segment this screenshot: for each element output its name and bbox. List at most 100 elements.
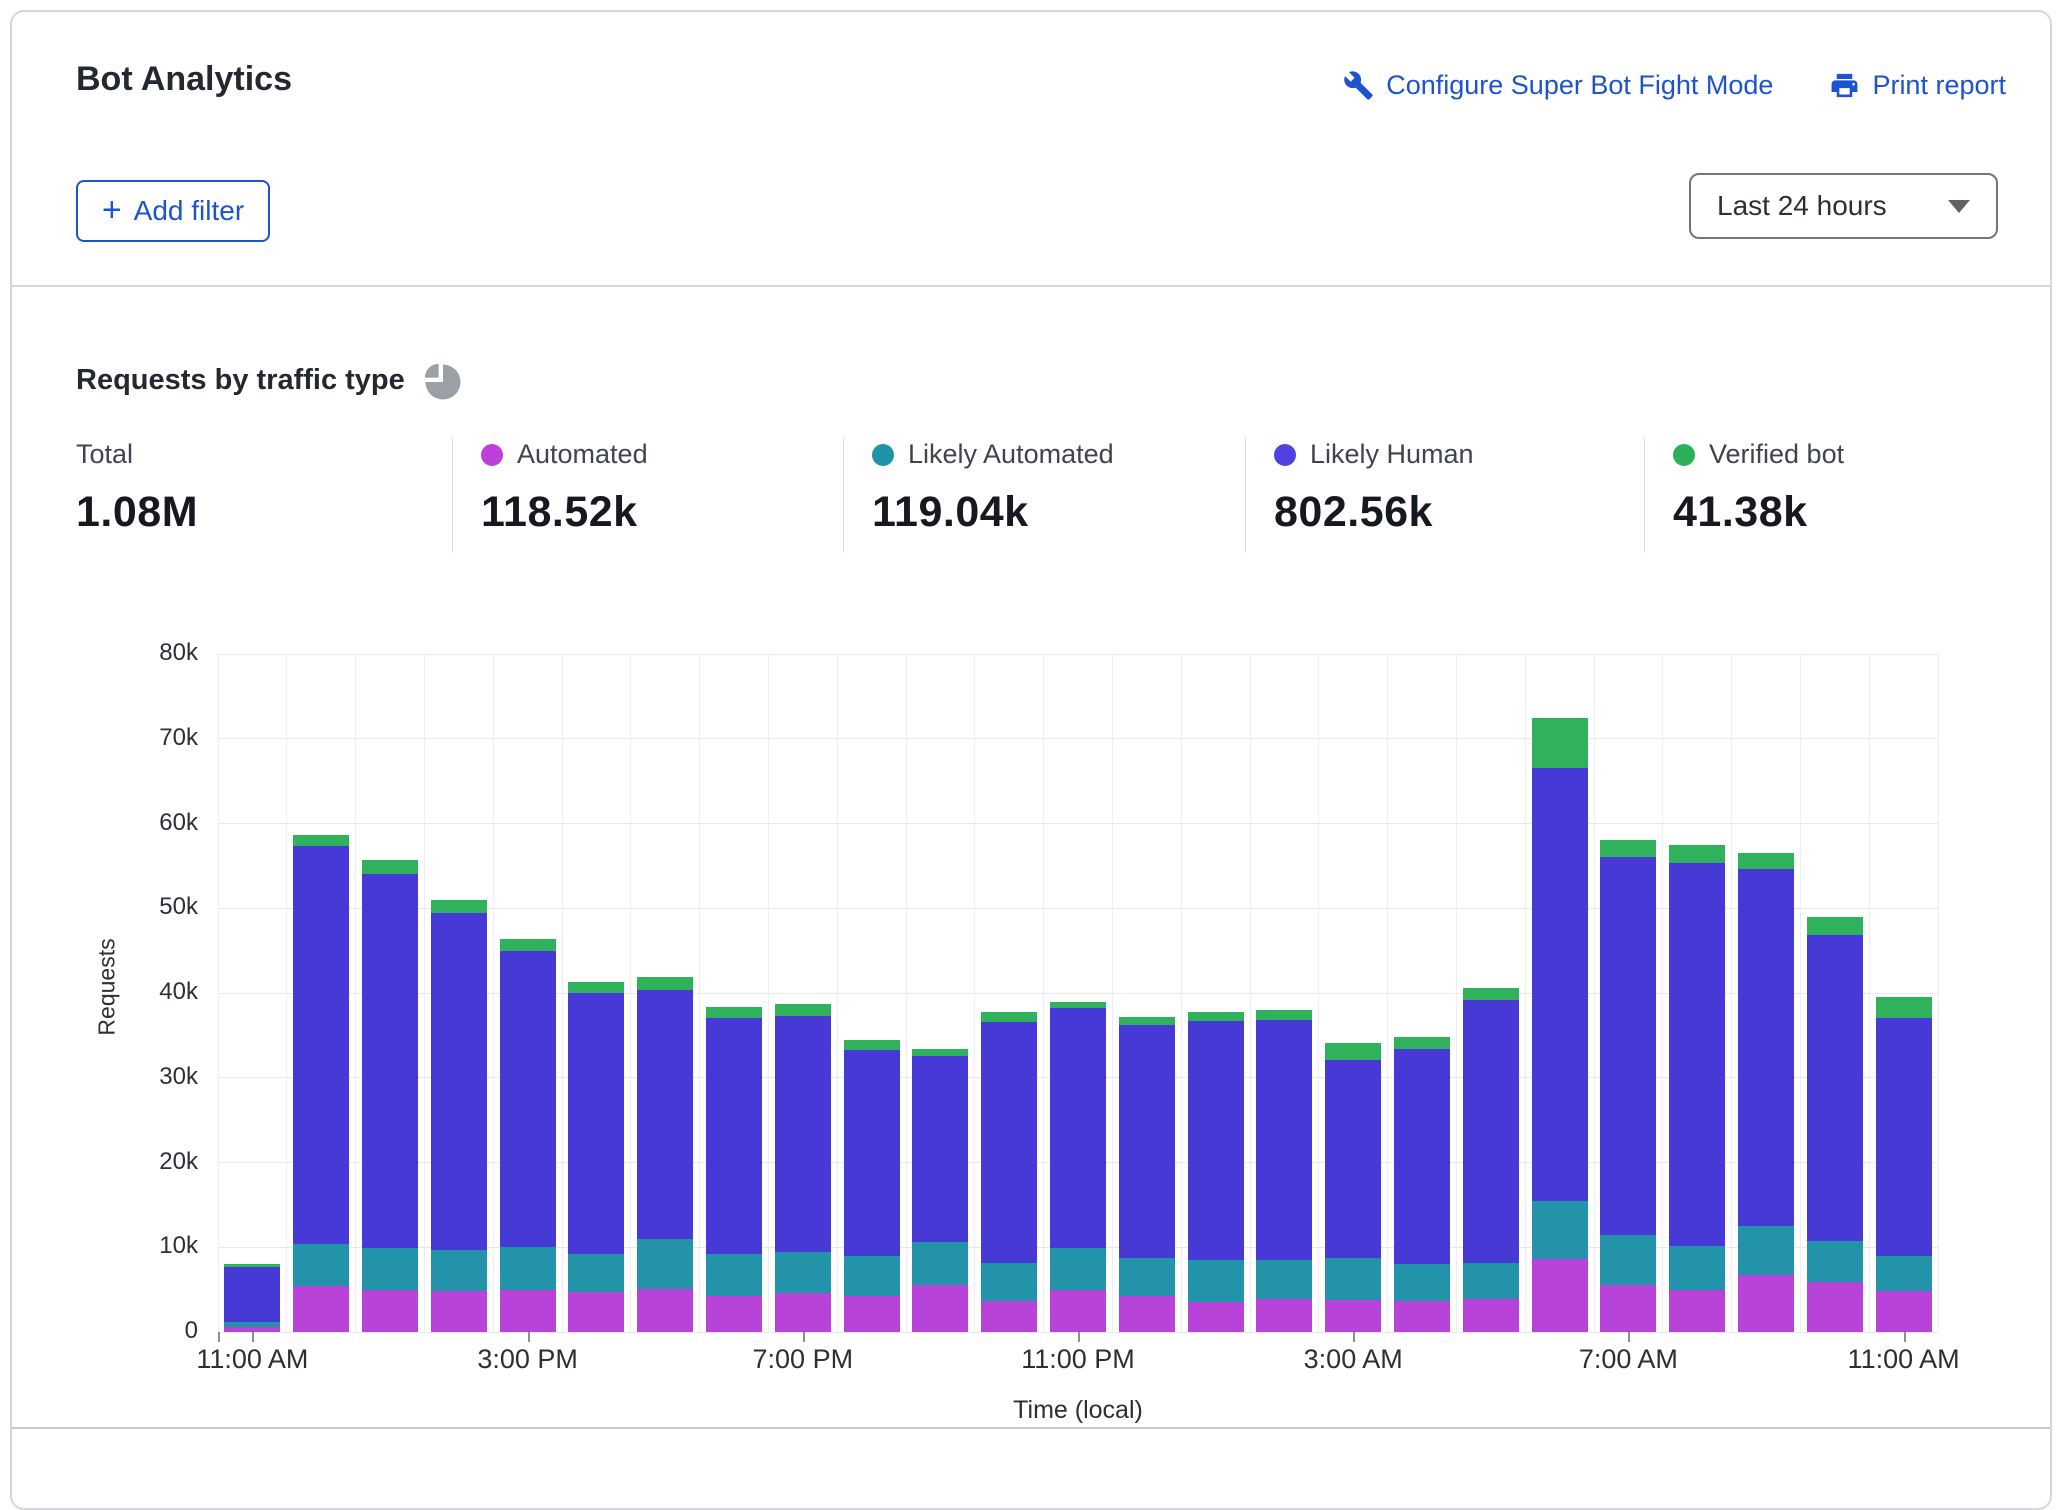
- likely-automated-legend-dot: [872, 444, 894, 466]
- bar: [224, 1264, 280, 1332]
- h-gridline: [218, 654, 1938, 655]
- bar: [1600, 840, 1656, 1332]
- bar: [1876, 997, 1932, 1332]
- bar-segment-automated: [1325, 1300, 1381, 1332]
- v-gridline: [1800, 654, 1801, 1332]
- requests-stacked-bar-chart: Requests Time (local) 010k20k30k40k50k60…: [12, 622, 2054, 1452]
- bar-segment-likely-automated: [362, 1248, 418, 1290]
- x-axis-tick: [528, 1332, 530, 1342]
- h-gridline: [218, 823, 1938, 824]
- bar: [981, 1012, 1037, 1332]
- bar-segment-likely-automated: [1394, 1264, 1450, 1300]
- x-axis-label: 11:00 AM: [1848, 1344, 1960, 1375]
- h-gridline: [218, 738, 1938, 739]
- bar-segment-likely-human: [1669, 863, 1725, 1246]
- bot-analytics-card: Bot Analytics Configure Super Bot Fight …: [10, 10, 2052, 1510]
- bar: [293, 835, 349, 1332]
- v-gridline: [1731, 654, 1732, 1332]
- bar-segment-likely-automated: [1532, 1201, 1588, 1259]
- add-filter-button[interactable]: + Add filter: [76, 180, 270, 242]
- bar: [1669, 845, 1725, 1332]
- bar-segment-likely-human: [706, 1018, 762, 1254]
- bar: [431, 900, 487, 1332]
- header-links: Configure Super Bot Fight Mode Print rep…: [1343, 70, 2006, 101]
- v-gridline: [837, 654, 838, 1332]
- stat-likely-human-label: Likely Human: [1310, 439, 1474, 470]
- bar-segment-likely-human: [844, 1050, 900, 1256]
- x-axis-tick: [218, 1332, 220, 1342]
- bar: [1463, 988, 1519, 1332]
- bar-segment-likely-automated: [912, 1242, 968, 1285]
- v-gridline: [1250, 654, 1251, 1332]
- bar-segment-automated: [1256, 1299, 1312, 1332]
- verified-bot-legend-dot: [1673, 444, 1695, 466]
- bar-segment-likely-human: [637, 990, 693, 1238]
- bar-segment-verified-bot: [1532, 718, 1588, 768]
- bar: [500, 939, 556, 1332]
- bar-segment-automated: [1807, 1282, 1863, 1332]
- bar-segment-automated: [706, 1296, 762, 1332]
- pie-chart-icon[interactable]: [423, 360, 463, 400]
- v-gridline: [562, 654, 563, 1332]
- print-report-link[interactable]: Print report: [1829, 70, 2006, 101]
- add-filter-label: Add filter: [134, 195, 245, 227]
- chevron-down-icon: [1948, 200, 1970, 213]
- configure-super-bot-fight-mode-link[interactable]: Configure Super Bot Fight Mode: [1343, 70, 1773, 101]
- bar: [1050, 1002, 1106, 1332]
- y-axis-label: 30k: [12, 1063, 198, 1091]
- section-heading-label: Requests by traffic type: [76, 364, 405, 397]
- v-gridline: [974, 654, 975, 1332]
- page-title: Bot Analytics: [76, 60, 292, 99]
- bar-segment-verified-bot: [362, 860, 418, 874]
- bar-segment-verified-bot: [431, 900, 487, 914]
- bar: [844, 1040, 900, 1332]
- section-bottom-divider: [12, 1427, 2050, 1429]
- stat-likely-human: Likely Human 802.56k: [1245, 437, 1644, 553]
- v-gridline: [768, 654, 769, 1332]
- bar-segment-likely-automated: [1600, 1235, 1656, 1284]
- y-axis-label: 10k: [12, 1232, 198, 1260]
- bar: [568, 982, 624, 1332]
- bar-segment-verified-bot: [1738, 853, 1794, 869]
- bar-segment-likely-automated: [1325, 1258, 1381, 1300]
- bar-segment-automated: [1463, 1299, 1519, 1332]
- x-axis-tick: [1628, 1332, 1630, 1342]
- time-range-value: Last 24 hours: [1717, 190, 1887, 222]
- x-axis-label: 3:00 PM: [477, 1344, 578, 1375]
- bar-segment-likely-automated: [1807, 1241, 1863, 1282]
- bar: [1807, 917, 1863, 1332]
- bar-segment-likely-automated: [293, 1244, 349, 1286]
- bar-segment-verified-bot: [1394, 1037, 1450, 1049]
- bar: [706, 1007, 762, 1332]
- bar-segment-verified-bot: [706, 1007, 762, 1019]
- bar-segment-likely-automated: [1119, 1258, 1175, 1296]
- bar-segment-verified-bot: [1669, 845, 1725, 863]
- bar: [1119, 1017, 1175, 1332]
- print-link-label: Print report: [1872, 70, 2006, 101]
- bar-segment-verified-bot: [1256, 1010, 1312, 1020]
- v-gridline: [1318, 654, 1319, 1332]
- x-axis-tick: [1353, 1332, 1355, 1342]
- bar-segment-likely-human: [775, 1016, 831, 1252]
- bar: [637, 977, 693, 1332]
- automated-legend-dot: [481, 444, 503, 466]
- time-range-dropdown[interactable]: Last 24 hours: [1689, 173, 1998, 239]
- stat-verified-bot-label: Verified bot: [1709, 439, 1844, 470]
- bar-segment-verified-bot: [1463, 988, 1519, 1000]
- stat-verified-bot-value: 41.38k: [1673, 488, 2054, 537]
- bar-segment-verified-bot: [912, 1049, 968, 1056]
- v-gridline: [1181, 654, 1182, 1332]
- v-gridline: [1456, 654, 1457, 1332]
- v-gridline: [1938, 654, 1939, 1332]
- bar-segment-automated: [1050, 1290, 1106, 1332]
- bar-segment-likely-human: [1188, 1021, 1244, 1260]
- bar-segment-likely-automated: [1188, 1260, 1244, 1302]
- bar-segment-verified-bot: [293, 835, 349, 845]
- v-gridline: [906, 654, 907, 1332]
- v-gridline: [218, 654, 219, 1332]
- y-axis-label: 20k: [12, 1148, 198, 1176]
- section-heading: Requests by traffic type: [76, 360, 463, 400]
- bar-segment-automated: [981, 1301, 1037, 1332]
- x-axis-tick: [1904, 1332, 1906, 1342]
- bar-segment-likely-automated: [981, 1263, 1037, 1300]
